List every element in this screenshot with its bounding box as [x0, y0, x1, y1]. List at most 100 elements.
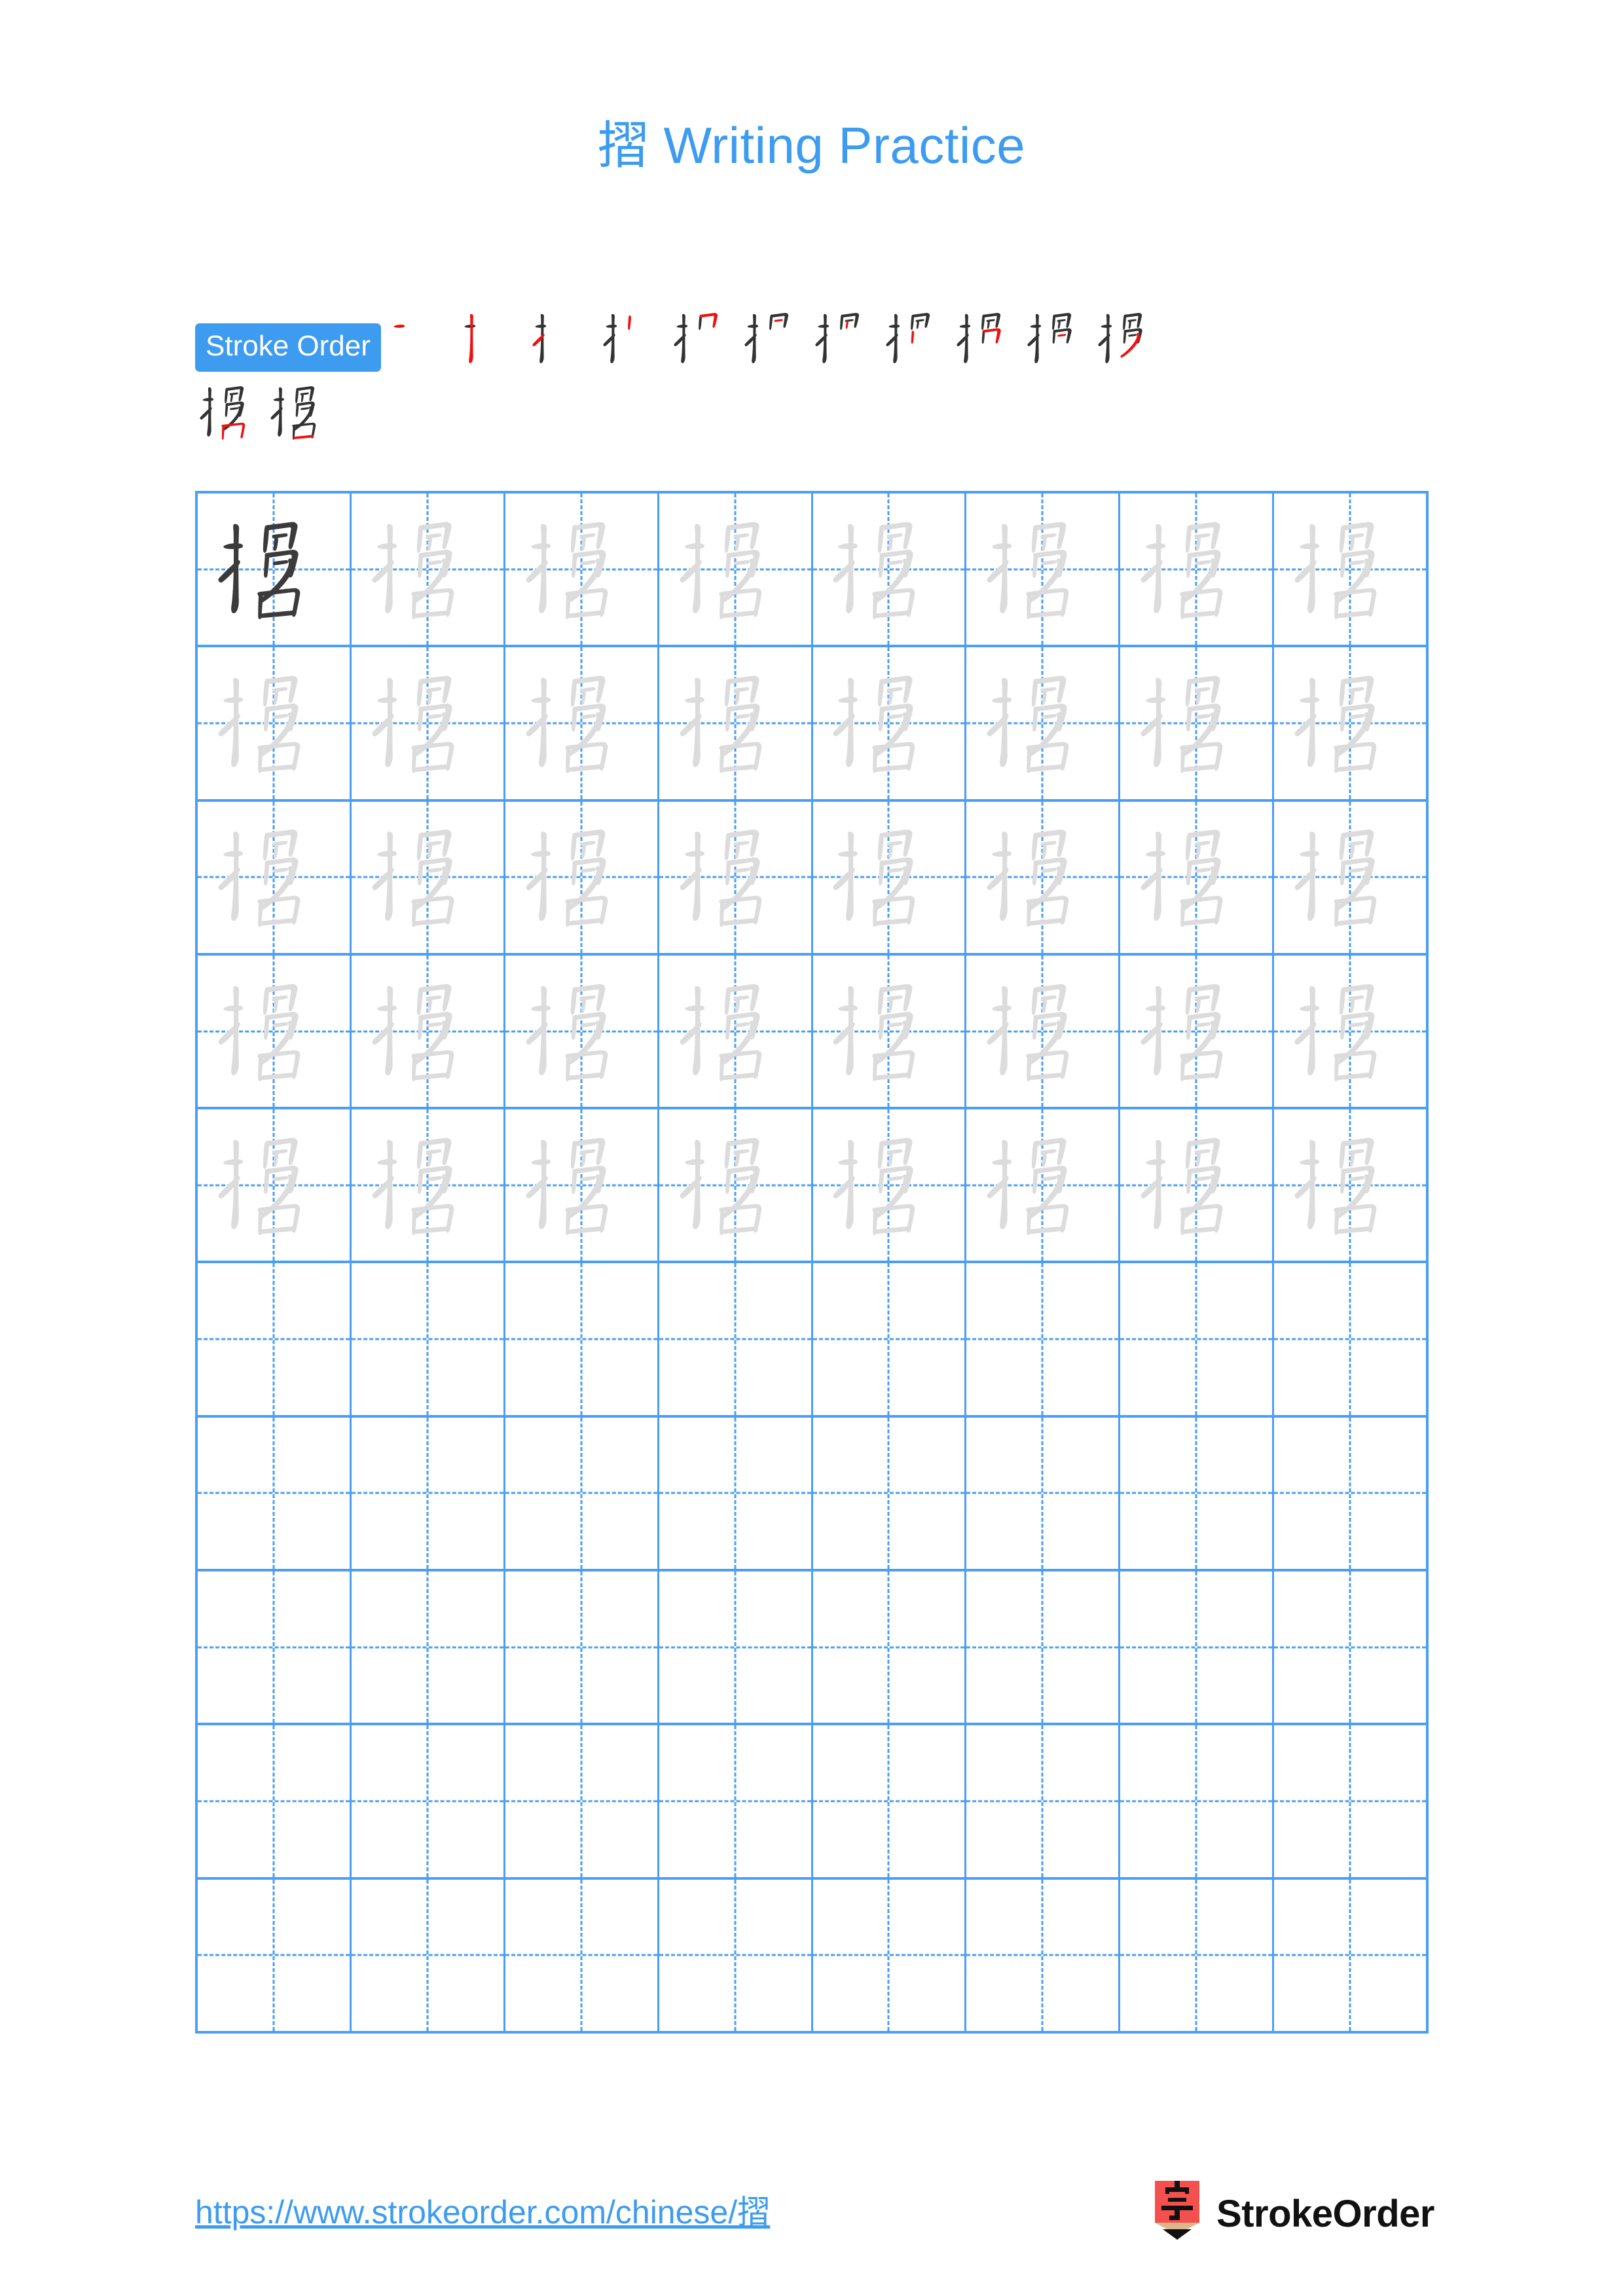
brand-name: StrokeOrder: [1216, 2192, 1434, 2235]
practice-cell[interactable]: [198, 1879, 352, 2031]
practice-cell[interactable]: [198, 955, 352, 1107]
practice-cell[interactable]: [352, 955, 505, 1107]
page-title: 摺 Writing Practice: [0, 105, 1623, 178]
practice-cell[interactable]: [352, 647, 505, 799]
practice-cell[interactable]: [966, 955, 1121, 1107]
practice-cell[interactable]: [352, 1263, 505, 1415]
practice-cell[interactable]: [659, 1725, 813, 1877]
practice-cell[interactable]: [659, 1109, 813, 1261]
practice-cell[interactable]: [198, 493, 352, 645]
practice-cell[interactable]: [1274, 1418, 1426, 1569]
practice-cell[interactable]: [505, 1263, 659, 1415]
practice-cell[interactable]: [813, 801, 967, 953]
practice-cell[interactable]: [352, 801, 505, 953]
practice-cell[interactable]: [1274, 493, 1426, 645]
practice-cell[interactable]: [1120, 1879, 1275, 2031]
trace-character: [1274, 956, 1426, 1107]
practice-cell[interactable]: [966, 801, 1121, 953]
practice-cell[interactable]: [1120, 647, 1275, 799]
practice-cell[interactable]: [966, 1725, 1121, 1877]
practice-cell[interactable]: [659, 955, 813, 1107]
trace-character: [352, 956, 503, 1107]
practice-cell[interactable]: [352, 1879, 505, 2031]
practice-cell[interactable]: [1120, 1109, 1275, 1261]
trace-character: [966, 956, 1118, 1107]
practice-cell[interactable]: [813, 647, 967, 799]
practice-cell[interactable]: [966, 1263, 1121, 1415]
practice-grid-row: [198, 647, 1426, 802]
trace-character: [659, 956, 811, 1107]
practice-cell[interactable]: [198, 1263, 352, 1415]
trace-character: [1120, 1109, 1272, 1261]
practice-cell[interactable]: [352, 493, 505, 645]
practice-cell[interactable]: [813, 1571, 967, 1723]
trace-character: [659, 647, 811, 798]
practice-cell[interactable]: [505, 647, 659, 799]
practice-cell[interactable]: [352, 1417, 505, 1570]
trace-character: [813, 493, 965, 645]
practice-cell[interactable]: [659, 1417, 813, 1570]
practice-cell[interactable]: [966, 1109, 1121, 1261]
practice-cell[interactable]: [1120, 955, 1275, 1107]
practice-cell[interactable]: [505, 493, 659, 645]
practice-cell[interactable]: [505, 955, 659, 1107]
practice-cell[interactable]: [659, 1263, 813, 1415]
practice-cell[interactable]: [813, 1879, 967, 2031]
practice-cell[interactable]: [813, 1109, 967, 1261]
practice-cell[interactable]: [966, 1571, 1121, 1723]
practice-cell[interactable]: [352, 1571, 505, 1723]
practice-cell[interactable]: [659, 1571, 813, 1723]
practice-cell[interactable]: [659, 493, 813, 645]
practice-cell[interactable]: [505, 1109, 659, 1261]
practice-cell[interactable]: [1120, 1725, 1275, 1877]
practice-cell[interactable]: [505, 801, 659, 953]
practice-cell[interactable]: [198, 1417, 352, 1570]
trace-character: [1120, 802, 1272, 953]
practice-cell[interactable]: [198, 1725, 352, 1877]
model-character: [198, 493, 350, 645]
trace-character: [352, 493, 503, 645]
practice-grid-row: [198, 1417, 1426, 1572]
practice-cell[interactable]: [813, 1417, 967, 1570]
practice-cell[interactable]: [1274, 1571, 1426, 1723]
practice-cell[interactable]: [1120, 801, 1275, 953]
practice-cell[interactable]: [659, 1879, 813, 2031]
stroke-step-4: [598, 302, 669, 376]
practice-cell[interactable]: [813, 955, 967, 1107]
practice-cell[interactable]: [813, 1263, 967, 1415]
trace-character: [505, 1109, 657, 1261]
practice-cell[interactable]: [1120, 493, 1275, 645]
practice-cell[interactable]: [1274, 802, 1426, 953]
trace-character: [505, 802, 657, 953]
practice-cell[interactable]: [966, 493, 1121, 645]
trace-character: [659, 802, 811, 953]
practice-cell[interactable]: [1120, 1417, 1275, 1570]
practice-cell[interactable]: [659, 801, 813, 953]
practice-cell[interactable]: [659, 647, 813, 799]
practice-cell[interactable]: [966, 1879, 1121, 2031]
practice-cell[interactable]: [198, 1571, 352, 1723]
practice-cell[interactable]: [505, 1725, 659, 1877]
practice-cell[interactable]: [966, 1417, 1121, 1570]
practice-cell[interactable]: [352, 1725, 505, 1877]
practice-cell[interactable]: [1274, 1109, 1426, 1261]
practice-cell[interactable]: [505, 1879, 659, 2031]
practice-cell[interactable]: [813, 1725, 967, 1877]
practice-cell[interactable]: [1274, 1880, 1426, 2031]
practice-cell[interactable]: [352, 1109, 505, 1261]
practice-cell[interactable]: [1274, 647, 1426, 798]
practice-cell[interactable]: [505, 1417, 659, 1570]
practice-cell[interactable]: [505, 1571, 659, 1723]
source-url-link[interactable]: https://www.strokeorder.com/chinese/摺: [195, 2186, 770, 2233]
practice-cell[interactable]: [813, 493, 967, 645]
practice-cell[interactable]: [198, 1109, 352, 1261]
practice-cell[interactable]: [1274, 956, 1426, 1107]
practice-cell[interactable]: [1120, 1263, 1275, 1415]
practice-cell[interactable]: [1274, 1725, 1426, 1876]
practice-cell[interactable]: [966, 647, 1121, 799]
practice-cell[interactable]: [1274, 1263, 1426, 1414]
practice-cell[interactable]: [1120, 1571, 1275, 1723]
trace-character: [1120, 647, 1272, 798]
practice-cell[interactable]: [198, 801, 352, 953]
practice-cell[interactable]: [198, 647, 352, 799]
